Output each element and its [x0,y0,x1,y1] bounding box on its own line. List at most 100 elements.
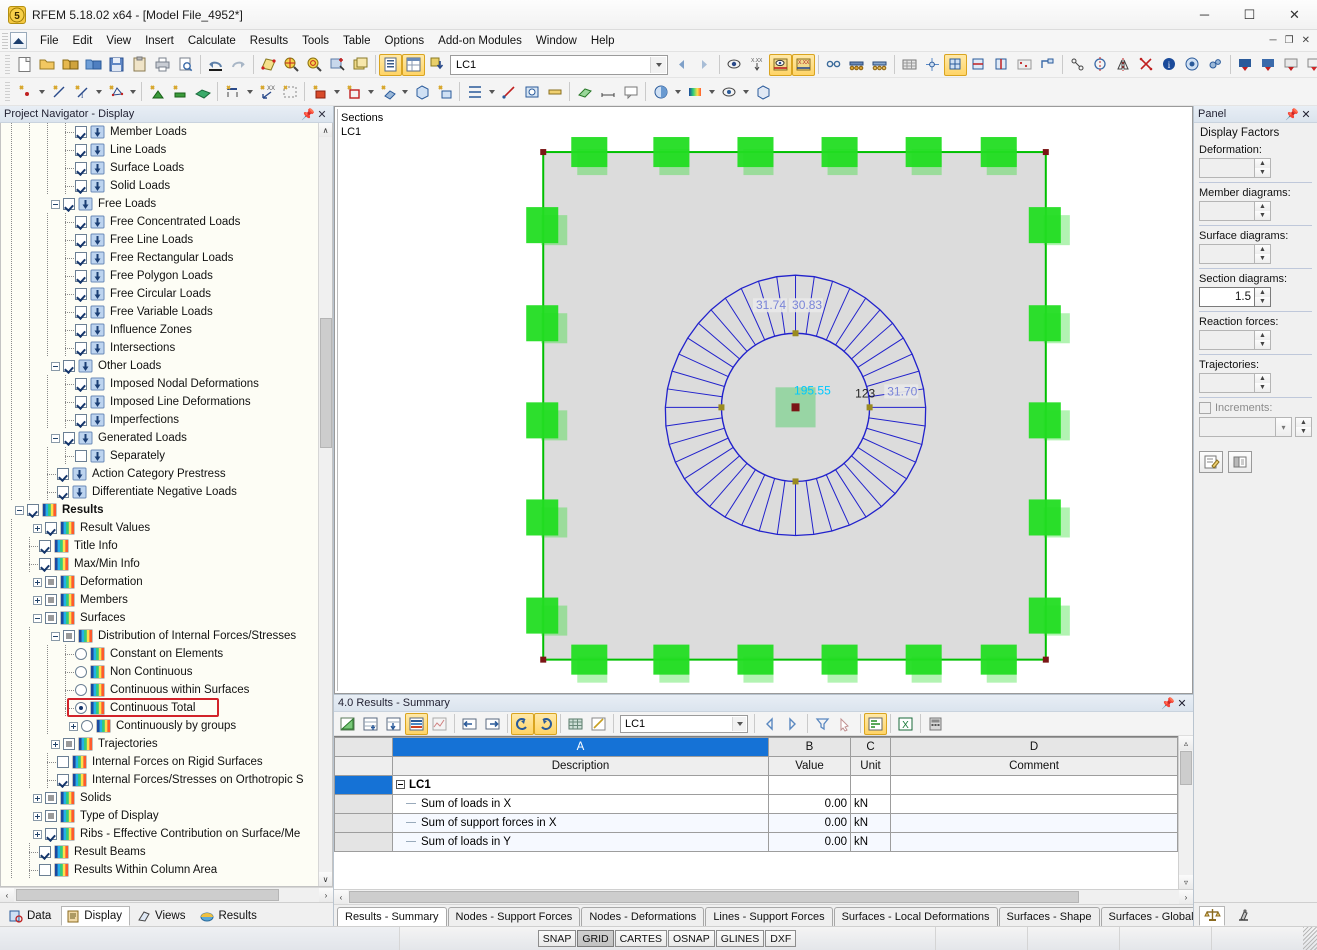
tree-item-surface-loads[interactable]: Surface Loads [1,159,318,177]
chevron-down-icon[interactable] [650,56,666,73]
tree-checkbox[interactable] [57,774,69,786]
copy-window-icon[interactable] [349,54,372,76]
tree-expander[interactable] [51,361,60,371]
tree-item-imperfections[interactable]: Imperfections [1,411,318,429]
menu-view[interactable]: View [99,33,138,49]
load-down-icon[interactable] [425,54,448,76]
tree-item-continuous-total[interactable]: Continuous Total [1,699,318,717]
menu-tools[interactable]: Tools [295,33,336,49]
tree-item-differentiate-negative-loads[interactable]: Differentiate Negative Loads [1,483,318,501]
value-axis-icon[interactable]: X.XX [746,54,769,76]
tree-checkbox[interactable] [63,738,75,750]
tree-item-surfaces[interactable]: Surfaces [1,609,318,627]
mirror-icon[interactable] [1112,54,1135,76]
edit-table-icon[interactable] [336,713,359,735]
display-factor-value[interactable] [1199,201,1254,221]
tree-checkbox[interactable] [45,576,57,588]
navigator-tab-views[interactable]: Views [132,906,193,926]
tree-item-line-loads[interactable]: Line Loads [1,141,318,159]
tree-expander[interactable] [33,523,42,533]
tree-checkbox[interactable] [45,792,57,804]
display-eye-icon[interactable] [723,54,746,76]
tree-checkbox[interactable] [75,162,87,174]
mesh-icon[interactable] [898,54,921,76]
chart-icon[interactable] [428,713,451,735]
tree-item-free-polygon-loads[interactable]: Free Polygon Loads [1,267,318,285]
close-icon[interactable]: ✕ [315,108,329,121]
supports-a-icon[interactable] [845,54,868,76]
rotate-icon[interactable] [1089,54,1112,76]
spinner-down[interactable]: ▼ [1255,211,1270,220]
menu-app-icon[interactable] [10,32,27,49]
tree-checkbox[interactable] [57,468,69,480]
menu-options[interactable]: Options [378,33,432,49]
edit-pencil-icon[interactable] [587,713,610,735]
supports-b-icon[interactable] [868,54,891,76]
undo-icon[interactable] [204,54,227,76]
new-polygon-icon[interactable] [104,81,127,103]
column-letter-a[interactable]: A [392,737,769,757]
redo-curve-icon[interactable] [534,712,557,735]
increments-combo[interactable]: ▾ ▲ ▼ [1199,417,1312,437]
grid-scroll-left-button[interactable]: ‹ [334,890,348,904]
mesh-node-icon[interactable] [921,54,944,76]
new-opening-icon[interactable] [520,81,543,103]
model-viewport[interactable]: Sections LC1 31.74 30.83 31.70 195.55 123 [334,106,1193,694]
tree-expander[interactable] [15,505,24,515]
grid-vertical-scrollbar[interactable]: ▵ ▿ [1178,736,1193,889]
tree-item-distribution-of-internal-forces-stresses[interactable]: Distribution of Internal Forces/Stresses [1,627,318,645]
tree-item-other-loads[interactable]: Other Loads [1,357,318,375]
column-letter-d[interactable]: D [890,737,1178,757]
spinner-down[interactable]: ▼ [1255,340,1270,349]
new-hinge-icon[interactable] [168,81,191,103]
grid-hscroll-thumb[interactable] [349,890,1079,903]
colors-icon[interactable] [683,81,706,103]
tree-expander[interactable] [51,631,60,641]
menu-addon-modules[interactable]: Add-on Modules [431,33,529,49]
support-blue-1-icon[interactable] [1234,54,1257,76]
tree-checkbox[interactable] [75,234,87,246]
status-toggle-dxf[interactable]: DXF [765,930,797,947]
tree-checkbox[interactable] [39,864,51,876]
tree-item-member-loads[interactable]: Member Loads [1,123,318,141]
grid-scroll-right-button[interactable]: › [1179,890,1193,904]
new-line-text-icon[interactable]: I [70,81,93,103]
increments-checkbox[interactable] [1199,402,1211,414]
tree-item-ribs-effective-contribution-on-surface-me[interactable]: Ribs - Effective Contribution on Surface… [1,825,318,843]
table-list-icon[interactable] [379,53,402,76]
tree-item-free-loads[interactable]: Free Loads [1,195,318,213]
new-object-icon[interactable] [433,81,456,103]
load-case-combo[interactable]: LC1 [450,54,668,75]
display-factor-spinner[interactable]: ▲ ▼ [1199,158,1271,178]
status-toggle-glines[interactable]: GLINES [715,930,765,947]
cell-description[interactable]: Sum of support forces in X [392,813,769,833]
navigator-tab-results[interactable]: Results [195,906,264,926]
gears-icon[interactable] [1204,54,1227,76]
tree-item-constant-on-elements[interactable]: Constant on Elements [1,645,318,663]
report-icon[interactable] [864,712,887,735]
move-right-icon[interactable] [481,713,504,735]
tree-checkbox[interactable] [45,828,57,840]
new-line-icon[interactable] [47,81,70,103]
scroll-right-button[interactable]: › [319,888,333,902]
tree-vertical-scrollbar[interactable]: ∧ ∨ [318,123,332,886]
increments-combo-arrow[interactable]: ▾ [1275,417,1292,437]
prev-case-icon[interactable] [670,54,693,76]
cell-value[interactable]: 0.00 [768,794,851,814]
tree-checkbox[interactable] [75,216,87,228]
tree-radio[interactable] [75,702,87,714]
tree-item-imposed-nodal-deformations[interactable]: Imposed Nodal Deformations [1,375,318,393]
zoom-circle-icon[interactable] [303,54,326,76]
new-member-dropdown[interactable] [244,81,255,103]
tree-item-results[interactable]: Results [1,501,318,519]
table-grid-icon[interactable] [402,53,425,76]
menu-insert[interactable]: Insert [138,33,181,49]
new-section-dropdown[interactable] [486,81,497,103]
colors-dropdown[interactable] [706,81,717,103]
new-rect-surface-icon[interactable] [308,81,331,103]
menu-edit[interactable]: Edit [66,33,100,49]
cell-comment[interactable] [890,832,1178,852]
menu-table[interactable]: Table [336,33,378,49]
panel-pin-icon[interactable]: 📌 [1285,108,1299,121]
tree-item-result-values[interactable]: Result Values [1,519,318,537]
